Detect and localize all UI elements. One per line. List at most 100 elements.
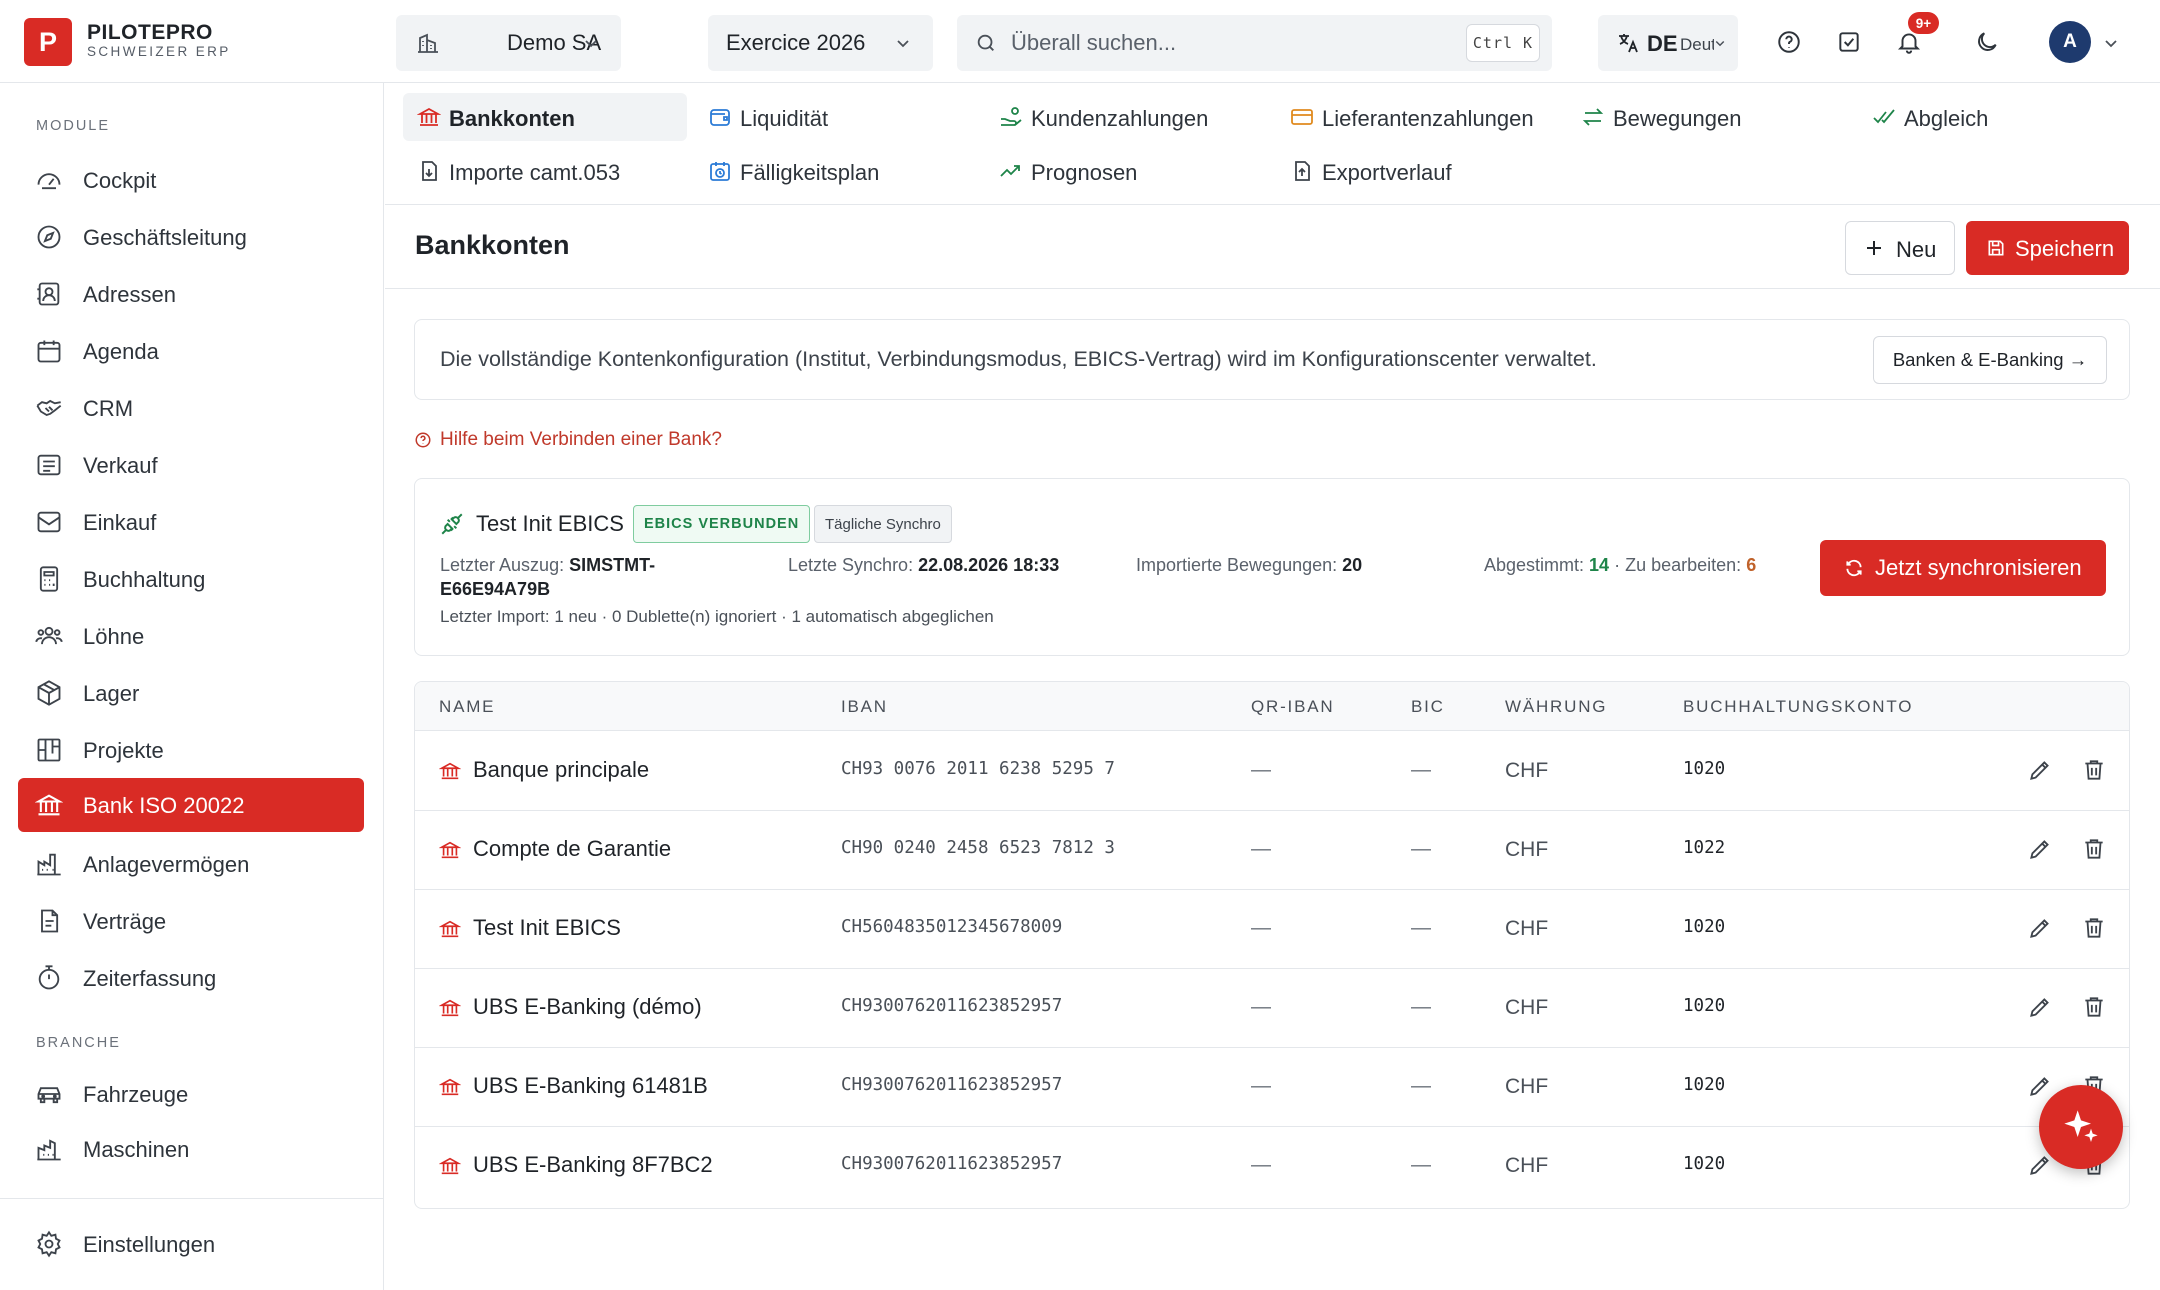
- sidebar-item-stock[interactable]: Lager: [18, 666, 364, 720]
- building-icon: [416, 31, 440, 55]
- todo-value: 6: [1746, 555, 1757, 575]
- sync-account-name: Test Init EBICS: [476, 511, 624, 536]
- ai-assistant-button[interactable]: [2039, 1085, 2123, 1169]
- file-import-icon: [422, 161, 437, 181]
- column-header-qr-iban[interactable]: QR-IBAN: [1251, 697, 1334, 717]
- table-row[interactable]: Test Init EBICS CH5604835012345678009 — …: [415, 890, 2129, 969]
- last-statement-value: SIMSTMT-: [569, 555, 656, 575]
- tab-liquidity[interactable]: Liquidität: [694, 93, 974, 141]
- avatar[interactable]: A: [2049, 21, 2091, 63]
- global-search[interactable]: Überall suchen... Ctrl K: [957, 15, 1552, 71]
- table-row[interactable]: Banque principale CH93 0076 2011 6238 52…: [415, 732, 2129, 811]
- banks-ebanking-button[interactable]: Banken & E-Banking →: [1873, 336, 2107, 384]
- account-name: Compte de Garantie: [473, 836, 672, 861]
- search-shortcut: Ctrl K: [1466, 24, 1540, 62]
- tab-supplier-payments[interactable]: Lieferantenzahlungen: [1276, 93, 1556, 141]
- todo-label: Zu bearbeiten:: [1625, 555, 1742, 575]
- sparkle-icon: [2064, 1110, 2098, 1142]
- bank-icon: [439, 841, 461, 859]
- sidebar-item-label: CRM: [83, 396, 134, 421]
- tab-label: Fälligkeitsplan: [740, 160, 880, 185]
- sidebar-item-crm[interactable]: CRM: [18, 381, 364, 435]
- sidebar-item-label: Buchhaltung: [83, 567, 206, 592]
- chevron-down-icon: [895, 35, 911, 51]
- car-icon: [37, 1087, 61, 1104]
- sidebar-item-accounting[interactable]: Buchhaltung: [18, 552, 364, 606]
- last-import-summary: Letzter Import: 1 neu · 0 Dublette(n) ig…: [440, 607, 994, 626]
- tab-label: Bankkonten: [449, 106, 575, 131]
- account-qr-iban: —: [1251, 917, 1271, 939]
- help-icon[interactable]: [1774, 27, 1804, 57]
- sidebar-item-vehicles[interactable]: Fahrzeuge: [18, 1067, 364, 1121]
- sidebar-item-fixed-assets[interactable]: Anlagevermögen: [18, 837, 364, 891]
- pencil-icon[interactable]: [2027, 994, 2053, 1020]
- save-button[interactable]: Speichern: [1966, 221, 2129, 275]
- sidebar-item-sales[interactable]: Verkauf: [18, 438, 364, 492]
- account-ledger: 1020: [1683, 996, 1726, 1016]
- tab-customer-payments[interactable]: Kundenzahlungen: [985, 93, 1265, 141]
- search-input[interactable]: Überall suchen...: [1011, 30, 1176, 56]
- account-ledger: 1020: [1683, 1075, 1726, 1095]
- company-select[interactable]: Demo SA: [396, 15, 621, 71]
- column-header-currency[interactable]: WÄHRUNG: [1505, 697, 1607, 717]
- table-row[interactable]: Compte de Garantie CH90 0240 2458 6523 7…: [415, 811, 2129, 890]
- sidebar-item-addresses[interactable]: Adressen: [18, 267, 364, 321]
- chevron-down-icon[interactable]: [2103, 35, 2119, 51]
- sidebar-item-management[interactable]: Geschäftsleitung: [18, 210, 364, 264]
- language-select[interactable]: DE Deutsch: [1598, 15, 1738, 71]
- table-row[interactable]: UBS E-Banking (démo) CH93007620116238529…: [415, 969, 2129, 1048]
- fiscal-year-select[interactable]: Exercice 2026: [708, 15, 933, 71]
- tasks-icon[interactable]: [1834, 27, 1864, 57]
- pencil-icon[interactable]: [2027, 1073, 2053, 1099]
- inbox-icon: [37, 511, 61, 533]
- sidebar-item-bank[interactable]: Bank ISO 20022: [18, 778, 364, 832]
- last-sync-value: 22.08.2026 18:33: [918, 555, 1060, 575]
- tab-imports-camt[interactable]: Importe camt.053: [403, 147, 683, 195]
- sidebar-item-projects[interactable]: Projekte: [18, 723, 364, 777]
- sidebar-item-label: Maschinen: [83, 1137, 190, 1162]
- logo[interactable]: P: [24, 18, 72, 66]
- tab-due-schedule[interactable]: Fälligkeitsplan: [694, 147, 974, 195]
- column-header-name[interactable]: NAME: [439, 697, 495, 717]
- sidebar-item-label: Cockpit: [83, 168, 157, 193]
- sidebar-item-contracts[interactable]: Verträge: [18, 894, 364, 948]
- column-header-account[interactable]: BUCHHALTUNGSKONTO: [1683, 697, 1913, 717]
- sidebar: MODULE Cockpit Geschäftsleitung Adressen…: [0, 83, 384, 1290]
- tab-movements[interactable]: Bewegungen: [1567, 93, 1847, 141]
- sync-now-button[interactable]: Jetzt synchronisieren: [1820, 540, 2106, 596]
- trash-icon[interactable]: [2081, 757, 2107, 783]
- column-header-iban[interactable]: IBAN: [841, 697, 888, 717]
- sidebar-item-agenda[interactable]: Agenda: [18, 324, 364, 378]
- sidebar-item-time-tracking[interactable]: Zeiterfassung: [18, 951, 364, 1005]
- matched-value: 14: [1589, 555, 1610, 575]
- sidebar-item-purchasing[interactable]: Einkauf: [18, 495, 364, 549]
- contact-icon: [37, 282, 60, 306]
- sidebar-item-machines[interactable]: Maschinen: [18, 1122, 364, 1176]
- tab-reconciliation[interactable]: Abgleich: [1858, 93, 2138, 141]
- trash-icon[interactable]: [2081, 836, 2107, 862]
- wallet-icon: [710, 109, 730, 126]
- table-row[interactable]: UBS E-Banking 8F7BC2 CH93007620116238529…: [415, 1127, 2129, 1206]
- trash-icon[interactable]: [2081, 915, 2107, 941]
- gauge-icon: [37, 173, 61, 190]
- new-button[interactable]: Neu: [1845, 221, 1955, 275]
- sidebar-item-label: Geschäftsleitung: [83, 225, 247, 250]
- check-double-icon: [1873, 109, 1895, 124]
- sidebar-item-cockpit[interactable]: Cockpit: [18, 153, 364, 207]
- moon-icon[interactable]: [1972, 27, 2002, 57]
- tab-forecasts[interactable]: Prognosen: [985, 147, 1265, 195]
- sidebar-item-payroll[interactable]: Löhne: [18, 609, 364, 663]
- floppy-icon: [1988, 240, 2004, 256]
- pencil-icon[interactable]: [2027, 915, 2053, 941]
- pencil-icon[interactable]: [2027, 1152, 2053, 1178]
- pencil-icon[interactable]: [2027, 836, 2053, 862]
- tab-export-history[interactable]: Exportverlauf: [1276, 147, 1556, 195]
- sidebar-item-settings[interactable]: Einstellungen: [18, 1217, 364, 1271]
- pencil-icon[interactable]: [2027, 757, 2053, 783]
- tab-bank-accounts[interactable]: Bankkonten: [403, 93, 687, 141]
- table-row[interactable]: UBS E-Banking 61481B CH93007620116238529…: [415, 1048, 2129, 1127]
- column-header-bic[interactable]: BIC: [1411, 697, 1445, 717]
- trash-icon[interactable]: [2081, 994, 2107, 1020]
- sidebar-item-label: Zeiterfassung: [83, 966, 217, 991]
- last-statement: Letzter Auszug: SIMSTMT- E66E94A79B: [440, 553, 700, 601]
